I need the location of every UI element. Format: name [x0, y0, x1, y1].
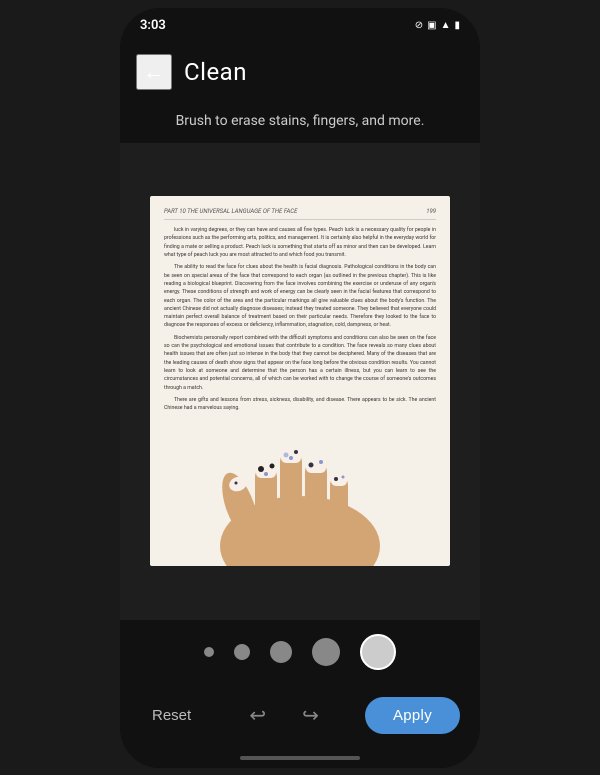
home-bar [240, 756, 360, 760]
brush-size-sm[interactable] [234, 644, 250, 660]
app-bar: ← Clean [120, 44, 480, 100]
undo-button[interactable]: ↩ [241, 699, 274, 732]
brush-size-lg[interactable] [312, 638, 340, 666]
brush-size-md[interactable] [270, 641, 292, 663]
phone-shell: 3:03 ⊘ ▣ ▲ ▮ ← Clean Brush to erase stai… [120, 8, 480, 768]
apply-button[interactable]: Apply [365, 697, 460, 734]
history-buttons: ↩ ↪ [241, 699, 327, 732]
subtitle-area: Brush to erase stains, fingers, and more… [120, 100, 480, 143]
status-time: 3:03 [140, 18, 166, 33]
book-text: luck in varying degrees, or they can hav… [164, 226, 436, 413]
brush-size-xl[interactable] [360, 634, 396, 670]
brush-selector [120, 620, 480, 684]
redo-button[interactable]: ↪ [294, 699, 327, 732]
status-bar: 3:03 ⊘ ▣ ▲ ▮ [120, 8, 480, 44]
book-page: PART 10 THE UNIVERSAL LANGUAGE OF THE FA… [150, 196, 450, 566]
app-title: Clean [184, 58, 247, 86]
reset-button[interactable]: Reset [140, 699, 203, 732]
hand-overlay [200, 406, 400, 566]
back-button[interactable]: ← [136, 54, 172, 90]
signal-icon: ▲ [441, 20, 451, 31]
book-header: PART 10 THE UNIVERSAL LANGUAGE OF THE FA… [164, 208, 436, 220]
battery-icon: ▮ [454, 20, 460, 31]
status-icons: ⊘ ▣ ▲ ▮ [415, 20, 460, 31]
notification-icon: ⊘ [415, 20, 423, 31]
bottom-bar: Reset ↩ ↪ Apply [120, 684, 480, 748]
subtitle-text: Brush to erase stains, fingers, and more… [176, 113, 425, 129]
canvas-area[interactable]: PART 10 THE UNIVERSAL LANGUAGE OF THE FA… [120, 143, 480, 620]
home-indicator [120, 748, 480, 768]
wifi-icon: ▣ [427, 20, 436, 31]
brush-size-xs[interactable] [204, 647, 214, 657]
